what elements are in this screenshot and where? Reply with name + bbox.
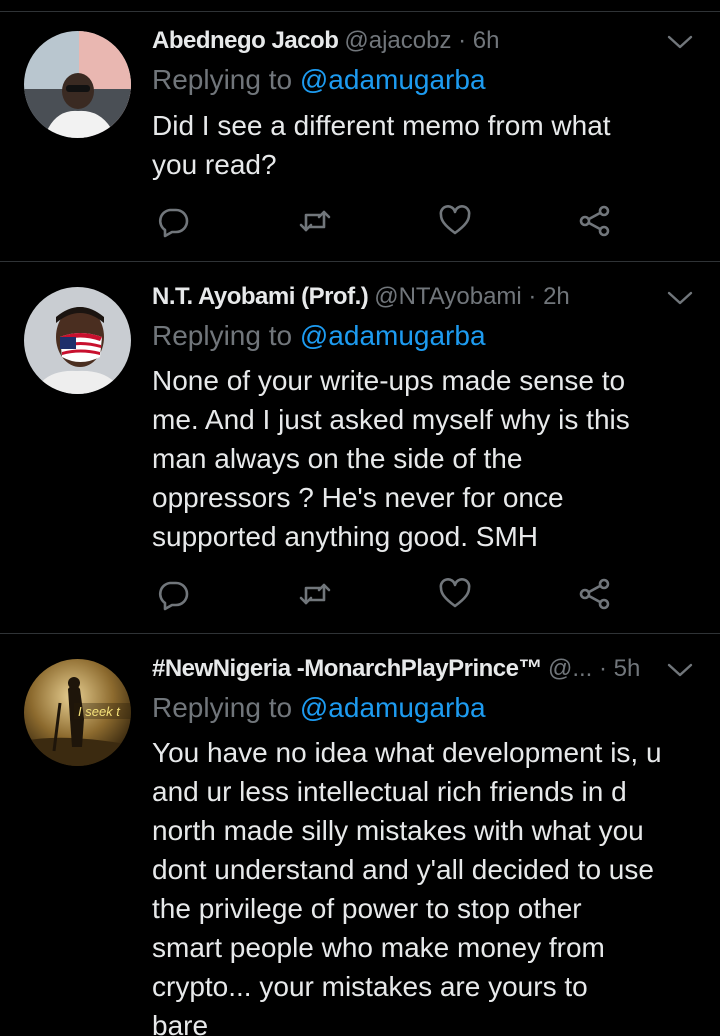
divider — [0, 633, 720, 634]
handle-time: @NTAyobami · 2h — [374, 283, 570, 310]
handle-time: @... · 5h — [547, 655, 641, 682]
tweet-text: None of your write-ups made sense to me.… — [152, 361, 712, 556]
share-icon[interactable] — [578, 204, 612, 238]
chevron-down-icon[interactable] — [666, 32, 694, 52]
avatar[interactable]: I seek t — [24, 659, 131, 766]
tweet-text-line: bare — [152, 1010, 209, 1036]
replying-label: Replying to — [152, 320, 293, 351]
divider — [0, 261, 720, 262]
timeline: Abednego Jacob @ajacobz · 6h Replying to … — [0, 0, 720, 1036]
retweet-icon[interactable] — [298, 577, 332, 611]
avatar-caption: I seek t — [78, 704, 121, 719]
display-name[interactable]: Abednego Jacob — [152, 27, 339, 54]
mention-link[interactable]: @adamugarba — [300, 64, 486, 95]
retweet-icon[interactable] — [298, 204, 332, 238]
display-name[interactable]: N.T. Ayobami (Prof.) — [152, 283, 369, 310]
like-icon[interactable] — [438, 204, 472, 238]
divider — [0, 11, 720, 12]
tweet-text-line: crypto... your mistakes are yours to — [152, 971, 588, 1002]
tweet-text-line: smart people who make money from — [152, 932, 605, 963]
tweet-text-line: you read? — [152, 149, 277, 180]
avatar[interactable] — [24, 31, 131, 138]
tweet-text-line: me. And I just asked myself why is this — [152, 404, 630, 435]
avatar[interactable] — [24, 287, 131, 394]
display-name[interactable]: #NewNigeria -MonarchPlayPrince™ — [152, 655, 542, 682]
tweet-text-line: man always on the side of the — [152, 443, 523, 474]
tweet-text-line: Did I see a different memo from what — [152, 110, 611, 141]
tweet-text-line: and ur less intellectual rich friends in… — [152, 776, 627, 807]
tweet-text-line: north made silly mistakes with what you — [152, 815, 644, 846]
replying-label: Replying to — [152, 64, 293, 95]
mention-link[interactable]: @adamugarba — [300, 320, 486, 351]
tweet-text-line: the privilege of power to stop other — [152, 893, 582, 924]
chevron-down-icon[interactable] — [666, 288, 694, 308]
reply-icon[interactable] — [156, 577, 190, 611]
tweet-text-line: dont understand and y'all decided to use — [152, 854, 654, 885]
chevron-down-icon[interactable] — [666, 660, 694, 680]
reply-icon[interactable] — [156, 204, 190, 238]
tweet-text-line: supported anything good. SMH — [152, 521, 539, 552]
handle-time: @ajacobz · 6h — [344, 27, 500, 54]
tweet-text-line: You have no idea what development is, u — [152, 737, 662, 768]
like-icon[interactable] — [438, 577, 472, 611]
tweet-text-line: None of your write-ups made sense to — [152, 365, 626, 396]
tweet-text: Did I see a different memo from what you… — [152, 106, 712, 184]
share-icon[interactable] — [578, 577, 612, 611]
replying-label: Replying to — [152, 692, 293, 723]
mention-link[interactable]: @adamugarba — [300, 692, 486, 723]
tweet-text: You have no idea what development is, u … — [152, 733, 712, 1036]
tweet-text-line: oppressors ? He's never for once — [152, 482, 564, 513]
